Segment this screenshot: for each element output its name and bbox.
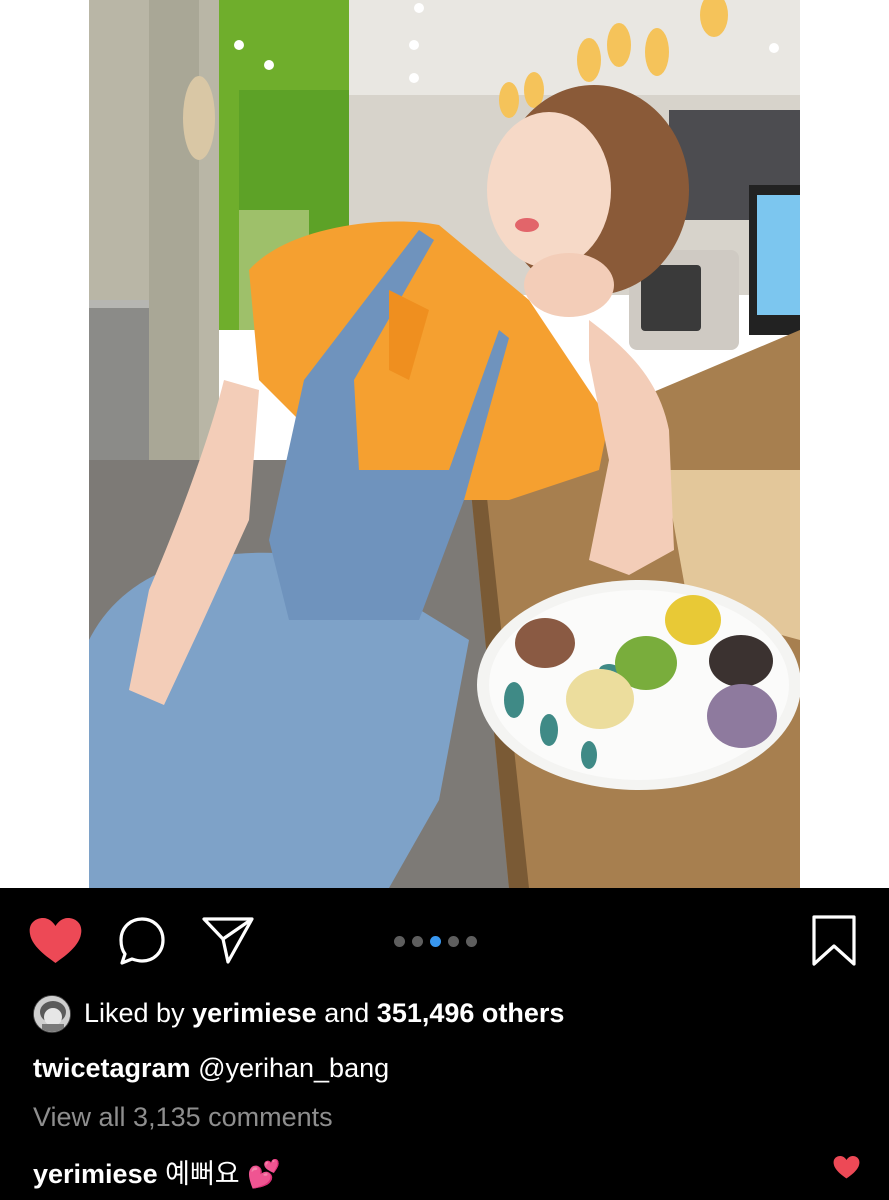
photo-illustration: [89, 0, 800, 888]
heart-small-icon[interactable]: [833, 1156, 860, 1179]
caption-mention[interactable]: @yerihan_bang: [198, 1053, 389, 1083]
comment-line: yerimiese 예뻐요 💕: [33, 1152, 281, 1191]
liked-by-joiner: and: [324, 998, 370, 1028]
carousel-dot: [448, 935, 459, 947]
liked-by-line: Liked by yerimiese and 351,496 others: [84, 998, 564, 1029]
caption-line: twicetagram @yerihan_bang: [33, 1053, 389, 1084]
comment-username[interactable]: yerimiese: [33, 1159, 158, 1189]
liked-by-prefix: Liked by: [84, 998, 185, 1028]
speech-bubble-icon[interactable]: [117, 916, 167, 966]
avatar-image: [34, 996, 70, 1032]
carousel-dot: [466, 935, 477, 947]
liked-by-user[interactable]: yerimiese: [192, 998, 317, 1028]
likes-count[interactable]: 351,496 others: [377, 998, 565, 1028]
carousel-indicator: [394, 934, 477, 948]
post-photo[interactable]: [89, 0, 800, 888]
carousel-dot: [412, 935, 423, 947]
avatar[interactable]: [33, 995, 71, 1033]
bookmark-icon[interactable]: [810, 914, 858, 968]
caption-username[interactable]: twicetagram: [33, 1053, 191, 1083]
comment-text: 예뻐요: [165, 1159, 240, 1189]
carousel-dot-active: [430, 935, 441, 947]
paper-plane-icon[interactable]: [201, 915, 255, 965]
post-photo-area: [0, 0, 889, 888]
heart-filled-icon[interactable]: [29, 918, 82, 964]
carousel-dot: [394, 935, 405, 947]
comment-emoji: 💕: [247, 1159, 281, 1189]
view-all-comments-link[interactable]: View all 3,135 comments: [33, 1102, 333, 1133]
